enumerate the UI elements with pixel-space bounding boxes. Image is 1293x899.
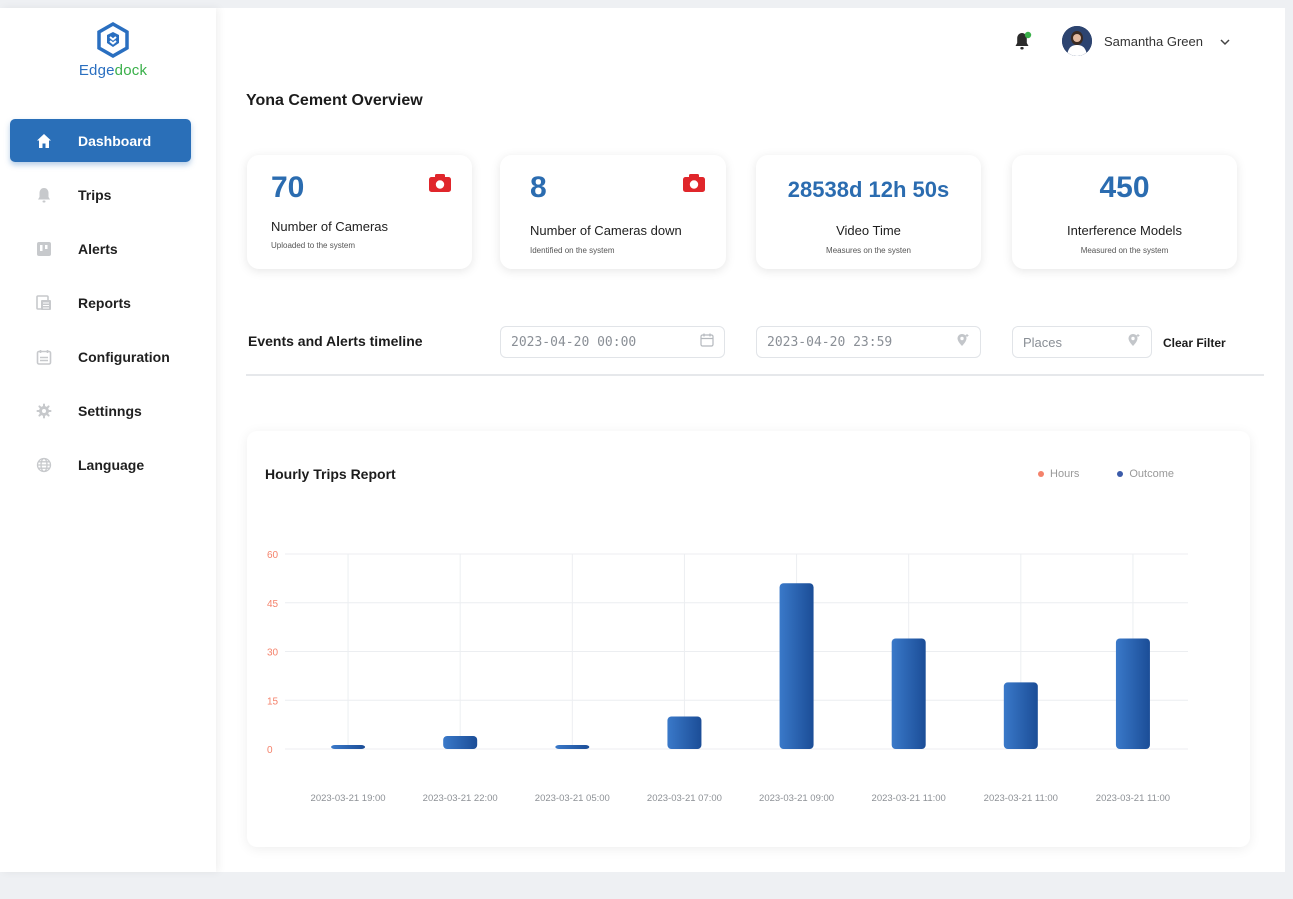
sidebar-item-dashboard[interactable]: Dashboard [10,119,191,162]
camera-icon [428,173,452,198]
sidebar-item-alerts[interactable]: Alerts [10,227,191,270]
sidebar-item-label: Alerts [78,240,118,257]
x-tick-label: 2023-03-21 19:00 [311,793,386,804]
location-pin-icon [956,333,970,352]
stat-card-interference-models: 450 Interference Models Measured on the … [1012,155,1237,269]
bell-icon [36,187,52,203]
sidebar-item-configuration[interactable]: Configuration [10,335,191,378]
chart-bar [1003,682,1038,749]
calendar-icon [36,349,52,365]
chart-bar [891,638,926,749]
board-icon [36,241,52,257]
stat-value: 8 [530,171,547,204]
end-date-field[interactable]: 2023-04-20 23:59 [756,326,981,358]
stat-label: Number of Cameras down [530,223,682,238]
stat-value: 450 [1099,171,1150,204]
stat-value: 70 [271,171,305,204]
sidebar-item-settings[interactable]: Settinngs [10,389,191,432]
user-name[interactable]: Samantha Green [1104,34,1203,49]
y-tick-label: 0 [267,745,273,756]
sidebar-item-label: Language [78,456,145,473]
camera-icon [682,173,706,198]
home-icon [36,133,52,149]
brand-logo[interactable]: Edgedock [68,22,158,79]
x-tick-label: 2023-03-21 11:00 [984,793,1058,804]
sidebar-item-language[interactable]: Language [10,443,191,486]
places-field[interactable]: Places [1012,326,1152,358]
globe-icon [36,457,52,473]
x-tick-label: 2023-03-21 11:00 [872,793,946,804]
chart-bar [779,583,814,749]
report-icon [36,294,52,311]
sidebar-item-label: Settinngs [78,402,142,419]
sidebar-item-label: Reports [78,294,131,311]
hourly-trips-chart-card: Hourly Trips Report Hours Outcome 0 15 30 4… [247,431,1250,847]
chart-bar [555,745,590,749]
sidebar: Edgedock Dashboard Trips Alerts Reports … [0,8,216,872]
brand-name: Edgedock [78,62,148,79]
location-pin-icon [1127,333,1141,352]
edgedock-logo-icon [97,22,129,58]
chart-bar [667,716,702,749]
page-title: Yona Cement Overview [246,92,423,109]
stat-label: Video Time [836,223,901,238]
chart-bar [331,745,366,749]
sidebar-item-label: Trips [78,186,112,203]
x-tick-label: 2023-03-21 11:00 [1096,793,1170,804]
sidebar-nav: Dashboard Trips Alerts Reports Configura… [10,119,191,497]
stat-sub: Uploaded to the system [271,241,356,250]
stat-sub: Measured on the system [1080,246,1169,255]
bar-chart: 0 15 30 45 60 2023-03-21 19:00 2023-03-21 22:0… [267,550,1188,804]
y-tick-label: 15 [267,696,279,707]
clear-filter-button[interactable]: Clear Filter [1163,336,1226,350]
x-tick-label: 2023-03-21 09:00 [759,793,834,804]
stat-label: Number of Cameras [271,219,389,234]
end-date-value: 2023-04-20 23:59 [767,334,893,350]
stat-card-cameras: 70 Number of Cameras Uploaded to the sys… [247,155,472,269]
top-bar: Samantha Green [1014,26,1231,56]
x-tick-label: 2023-03-21 22:00 [423,793,498,804]
gear-icon [36,403,52,419]
chevron-down-icon[interactable] [1219,35,1231,47]
stat-sub: Measures on the systen [826,246,911,255]
stat-label: Interference Models [1067,223,1182,238]
places-placeholder: Places [1023,334,1063,350]
y-tick-label: 30 [267,648,279,659]
x-tick-label: 2023-03-21 07:00 [647,793,722,804]
y-tick-label: 60 [267,550,279,561]
app-window: Edgedock Dashboard Trips Alerts Reports … [0,8,1285,872]
timeline-title: Events and Alerts timeline [248,333,423,349]
y-tick-label: 45 [267,599,279,610]
start-date-field[interactable]: 2023-04-20 00:00 [500,326,725,358]
x-tick-label: 2023-03-21 05:00 [535,793,610,804]
start-date-value: 2023-04-20 00:00 [511,334,637,350]
stat-card-cameras-down: 8 Number of Cameras down Identified on t… [500,155,726,269]
user-avatar[interactable] [1061,26,1092,56]
stat-value: 28538d 12h 50s [787,177,950,202]
chart-bar [443,736,478,749]
sidebar-item-trips[interactable]: Trips [10,173,191,216]
notification-bell-icon[interactable] [1014,31,1032,51]
divider [246,374,1264,376]
stat-sub: Identified on the system [530,246,615,255]
chart-bar [1115,638,1150,749]
calendar-icon [700,333,714,352]
stat-card-video-time: 28538d 12h 50s Video Time Measures on th… [756,155,981,269]
sidebar-item-label: Configuration [78,348,170,365]
sidebar-item-reports[interactable]: Reports [10,281,191,324]
sidebar-item-label: Dashboard [78,132,152,149]
